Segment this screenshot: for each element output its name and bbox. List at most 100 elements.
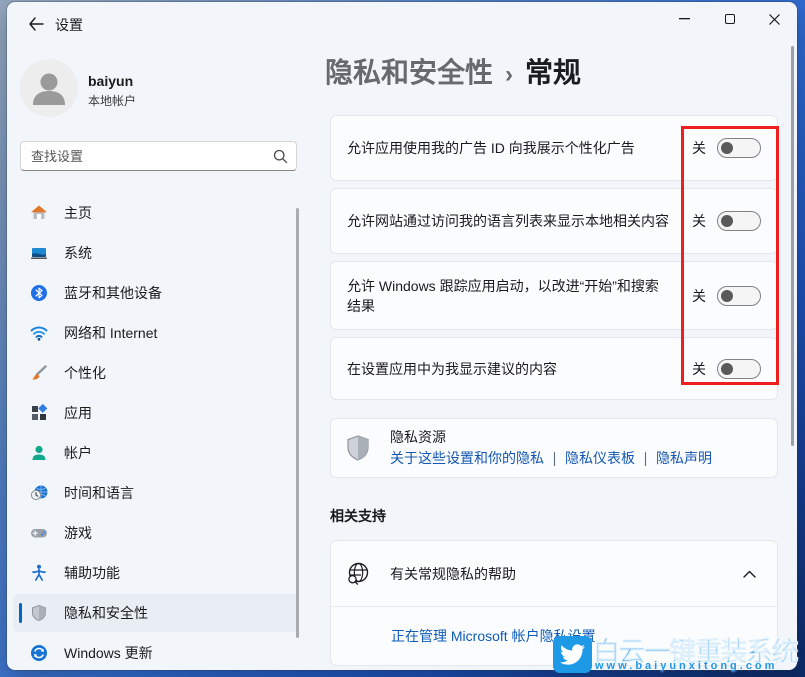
- toggle-knob: [721, 290, 733, 302]
- sidebar-nav: 主页 系统 蓝牙和其他设备 网络和 Internet 个性化: [13, 194, 305, 670]
- chevron-up-icon[interactable]: [741, 566, 757, 582]
- privacy-resources-card: 隐私资源 关于这些设置和你的隐私 ∣ 隐私仪表板 ∣ 隐私声明: [330, 418, 778, 478]
- setting-label: 允许网站通过访问我的语言列表来显示本地相关内容: [347, 211, 692, 231]
- watermark-url: www.baiyunxitong.com: [595, 660, 777, 672]
- user-profile[interactable]: baiyun 本地帐户: [20, 59, 310, 119]
- sidebar-item-label: 网络和 Internet: [64, 323, 157, 343]
- breadcrumb-separator: ›: [505, 61, 513, 88]
- close-icon: [769, 14, 780, 25]
- setting-row-language-list: 允许网站通过访问我的语言列表来显示本地相关内容 关: [330, 188, 778, 254]
- setting-row-advertising-id: 允许应用使用我的广告 ID 向我展示个性化广告 关: [330, 115, 778, 181]
- toggle-knob: [721, 215, 733, 227]
- help-title: 有关常规隐私的帮助: [390, 564, 741, 584]
- main-scrollbar[interactable]: [791, 46, 794, 446]
- windows-update-icon: [30, 644, 48, 662]
- sidebar-item-accessibility[interactable]: 辅助功能: [13, 554, 299, 592]
- toggle-switch[interactable]: [717, 211, 761, 231]
- setting-label: 允许 Windows 跟踪应用启动，以改进“开始”和搜索结果: [347, 276, 692, 316]
- toggle-knob: [721, 363, 733, 375]
- setting-label: 在设置应用中为我显示建议的内容: [347, 359, 692, 379]
- sidebar-item-label: 系统: [64, 243, 92, 263]
- toggle-state-label: 关: [692, 359, 706, 379]
- gamepad-icon: [30, 524, 48, 542]
- search-input[interactable]: [31, 143, 261, 169]
- setting-label: 允许应用使用我的广告 ID 向我展示个性化广告: [347, 138, 692, 158]
- sidebar-item-label: 时间和语言: [64, 483, 134, 503]
- breadcrumb: 隐私和安全性 › 常规: [325, 54, 581, 94]
- system-icon: [30, 244, 48, 262]
- sidebar-item-label: 帐户: [64, 443, 92, 463]
- back-arrow-icon: [28, 17, 44, 31]
- desktop: { "colors": { "accent_blue": "#0067c0", …: [0, 0, 805, 677]
- twitter-bird-icon: [553, 636, 592, 673]
- sidebar-item-label: 蓝牙和其他设备: [64, 283, 162, 303]
- toggle-state-label: 关: [692, 211, 706, 231]
- page-title: 常规: [525, 57, 581, 88]
- shield-icon: [30, 604, 48, 622]
- sidebar-item-privacy-security[interactable]: 隐私和安全性: [13, 594, 299, 632]
- maximize-icon: [725, 14, 735, 24]
- time-language-icon: [30, 484, 48, 502]
- toggle-switch[interactable]: [717, 138, 761, 158]
- link-separator: ∣: [642, 450, 649, 466]
- sidebar-item-gaming[interactable]: 游戏: [13, 514, 299, 552]
- search-box[interactable]: [20, 141, 297, 171]
- app-title: 设置: [55, 15, 83, 35]
- sidebar-item-accounts[interactable]: 帐户: [13, 434, 299, 472]
- accessibility-icon: [30, 564, 48, 582]
- setting-row-app-launch-tracking: 允许 Windows 跟踪应用启动，以改进“开始”和搜索结果 关: [330, 261, 778, 330]
- shield-icon: [345, 433, 371, 463]
- help-expander[interactable]: 有关常规隐私的帮助: [331, 541, 777, 607]
- selected-indicator: [19, 603, 22, 623]
- home-icon: [30, 204, 48, 222]
- maximize-button[interactable]: [707, 2, 752, 36]
- wifi-icon: [30, 324, 48, 342]
- apps-icon: [30, 404, 48, 422]
- privacy-resources-links: 关于这些设置和你的隐私 ∣ 隐私仪表板 ∣ 隐私声明: [390, 447, 712, 469]
- toggle-state-label: 关: [692, 138, 706, 158]
- sidebar-item-label: Windows 更新: [64, 643, 153, 663]
- toggle-switch[interactable]: [717, 359, 761, 379]
- sidebar-item-bluetooth[interactable]: 蓝牙和其他设备: [13, 274, 299, 312]
- sidebar-item-label: 应用: [64, 403, 92, 423]
- sidebar-item-time-language[interactable]: 时间和语言: [13, 474, 299, 512]
- related-support-heading: 相关支持: [330, 506, 386, 526]
- sidebar-item-label: 游戏: [64, 523, 92, 543]
- back-button[interactable]: [21, 10, 51, 38]
- web-help-icon: [345, 559, 371, 589]
- bluetooth-icon: [30, 284, 48, 302]
- avatar: [20, 59, 78, 117]
- sidebar-scrollbar[interactable]: [296, 208, 299, 638]
- sidebar-item-personalization[interactable]: 个性化: [13, 354, 299, 392]
- sidebar-item-label: 辅助功能: [64, 563, 120, 583]
- paintbrush-icon: [30, 364, 48, 382]
- link-privacy-dashboard[interactable]: 隐私仪表板: [565, 450, 635, 466]
- sidebar-item-label: 个性化: [64, 363, 106, 383]
- settings-window: 设置 baiyun 本地帐户: [7, 2, 797, 670]
- setting-row-suggested-content: 在设置应用中为我显示建议的内容 关: [330, 337, 778, 400]
- minimize-icon: [679, 18, 690, 20]
- link-privacy-statement[interactable]: 隐私声明: [656, 450, 712, 466]
- sidebar-item-label: 隐私和安全性: [64, 603, 148, 623]
- sidebar-item-windows-update[interactable]: Windows 更新: [13, 634, 299, 670]
- link-separator: ∣: [551, 450, 558, 466]
- toggle-knob: [721, 142, 733, 154]
- sidebar-item-network[interactable]: 网络和 Internet: [13, 314, 299, 352]
- sidebar-item-home[interactable]: 主页: [13, 194, 299, 232]
- breadcrumb-parent[interactable]: 隐私和安全性: [325, 57, 493, 88]
- toggle-state-label: 关: [692, 286, 706, 306]
- person-icon: [20, 59, 78, 117]
- profile-account-type: 本地帐户: [88, 92, 136, 109]
- sidebar-item-system[interactable]: 系统: [13, 234, 299, 272]
- close-button[interactable]: [752, 2, 797, 36]
- toggle-switch[interactable]: [717, 286, 761, 306]
- profile-name: baiyun: [88, 73, 133, 89]
- search-icon: [273, 149, 288, 164]
- window-controls: [662, 2, 797, 36]
- sidebar-item-label: 主页: [64, 203, 92, 223]
- link-about-settings[interactable]: 关于这些设置和你的隐私: [390, 450, 544, 466]
- privacy-resources-title: 隐私资源: [390, 427, 712, 447]
- sidebar-item-apps[interactable]: 应用: [13, 394, 299, 432]
- minimize-button[interactable]: [662, 2, 707, 36]
- watermark: 白云一键重装系统 www.baiyunxitong.com: [553, 630, 803, 677]
